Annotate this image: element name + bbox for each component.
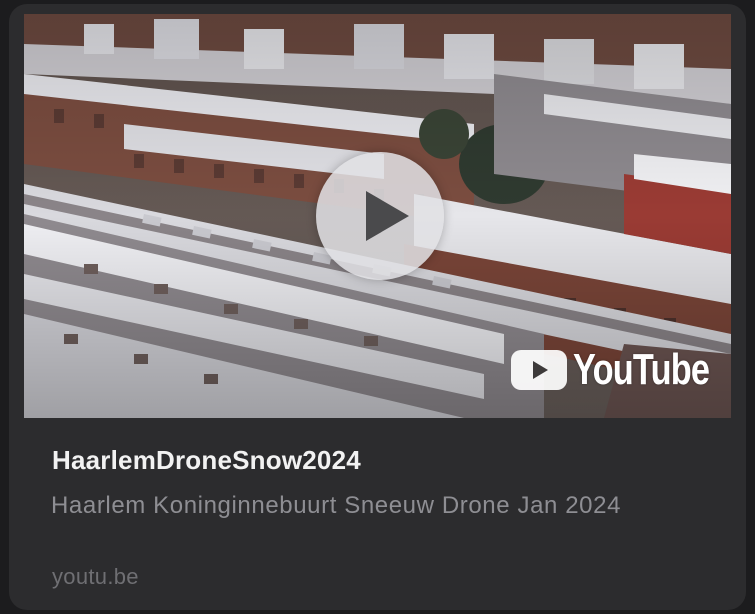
link-preview-card[interactable]: YouTube HaarlemDroneSnow2024 Haarlem Kon…: [9, 4, 746, 610]
link-title: HaarlemDroneSnow2024: [52, 445, 361, 475]
play-button[interactable]: [316, 152, 444, 280]
link-description: Haarlem Koninginnebuurt Sneeuw Drone Jan…: [51, 492, 622, 519]
play-icon: [366, 191, 409, 241]
youtube-wordmark: YouTube: [573, 345, 710, 394]
link-domain: youtu.be: [52, 564, 139, 589]
youtube-play-badge-icon: [511, 350, 567, 390]
youtube-watermark: YouTube: [511, 345, 731, 395]
video-thumbnail[interactable]: YouTube: [24, 14, 731, 418]
